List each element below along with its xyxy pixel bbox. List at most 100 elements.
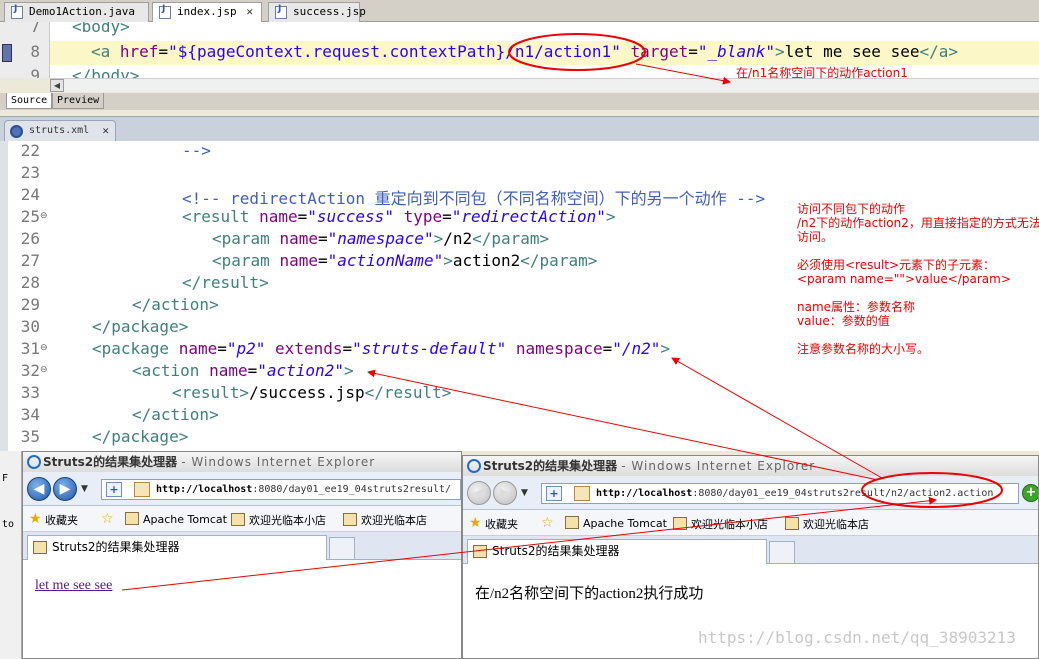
note-line: name属性：参数名称 [797, 300, 916, 314]
browser-tab[interactable]: Struts2的结果集处理器 [467, 539, 767, 564]
favorites-bar: ★ 收藏夹 ☆ Apache Tomcat 欢迎光临本小店 欢迎光临本店 [463, 510, 1038, 536]
window-title: Struts2的结果集处理器 - Windows Internet Explor… [23, 452, 461, 472]
browser-tab-bar: Struts2的结果集处理器 [463, 536, 1038, 564]
fav-item[interactable]: Apache Tomcat [125, 512, 227, 526]
fav-item[interactable]: Apache Tomcat [565, 516, 667, 530]
line-number: 28 [20, 273, 40, 292]
code-line: </package> [92, 427, 189, 446]
tab-label: success.jsp [293, 5, 366, 18]
address-bar[interactable]: + http://localhost:8080/day01_ee19_04stru… [101, 479, 461, 500]
tab-demo1action-java[interactable]: Demo1Action.java [4, 2, 149, 22]
close-icon[interactable]: ✕ [246, 3, 253, 21]
go-button[interactable]: + [1022, 484, 1038, 502]
line-number: 34 [20, 405, 40, 424]
code-line: </action> [132, 405, 219, 424]
xml-code-editor[interactable]: 22 23 24 25 ⊖ 26 27 28 29 30 31 ⊖ 32 ⊖ 3… [0, 141, 1039, 451]
code-line-comment: <!-- redirectAction 重定向到不同包（不同名称空间）下的另一个… [182, 189, 766, 208]
favorites-button[interactable]: 收藏夹 [45, 512, 78, 528]
code-line: <result name="success" type="redirectAct… [182, 207, 616, 226]
tab-label: struts.xml [29, 125, 90, 136]
note-line: 访问。 [797, 230, 834, 244]
gear-icon [10, 125, 23, 138]
navigation-bar: ◀ ▶ ▼ + http://localhost:8080/day01_ee19_… [23, 472, 461, 506]
line-number: 22 [20, 141, 40, 160]
strip-label: F [2, 473, 9, 484]
fav-item[interactable]: 欢迎光临本小店 [231, 512, 326, 528]
tab-source[interactable]: Source [6, 93, 53, 109]
favicon-icon [33, 541, 47, 554]
left-panel-strip: F to [0, 451, 22, 659]
new-tab-button[interactable] [329, 537, 355, 560]
browser-tab[interactable]: Struts2的结果集处理器 [27, 535, 327, 560]
ie-window-left: Struts2的结果集处理器 - Windows Internet Explor… [22, 451, 462, 659]
tab-success-jsp[interactable]: success.jsp [268, 2, 366, 22]
fold-icon[interactable]: ⊖ [40, 343, 48, 353]
note-line: <param name="">value</param> [797, 272, 1011, 286]
favorites-button[interactable]: 收藏夹 [485, 516, 518, 532]
line-number: 9 [30, 66, 40, 78]
code-line: <package name="p2" extends="struts-defau… [92, 339, 671, 358]
tab-preview[interactable]: Preview [52, 93, 105, 109]
line-number: 33 [20, 383, 40, 402]
java-file-icon [11, 4, 23, 19]
note-line: value：参数的值 [797, 314, 890, 328]
favorites-bar: ★ 收藏夹 ☆ Apache Tomcat 欢迎光临本小店 欢迎光临本店 [23, 506, 461, 532]
annotation-n1-action1: 在/n1名称空间下的动作action1 [736, 66, 908, 80]
code-line-anchor: <a href="${pageContext.request.contextPa… [91, 42, 958, 61]
favicon-icon [673, 517, 687, 530]
fold-icon[interactable]: ⊖ [40, 365, 48, 375]
jsp-file-icon [275, 4, 287, 19]
window-title: Struts2的结果集处理器 - Windows Internet Explor… [463, 456, 1038, 476]
note-line: /n2下的动作action2，用直接指定的方式无法 [797, 216, 1039, 230]
navigation-bar: ◀ ▶ ▼ + http://localhost:8080/day01_ee19_… [463, 476, 1038, 510]
scroll-left-icon[interactable]: ◀ [50, 79, 64, 92]
back-button[interactable]: ◀ [27, 477, 51, 501]
favicon-icon [574, 486, 590, 501]
forward-button[interactable]: ▶ [493, 481, 517, 505]
add-favorite-icon[interactable]: ☆ [541, 515, 554, 531]
address-bar[interactable]: + http://localhost:8080/day01_ee19_04stru… [541, 483, 1019, 504]
close-icon[interactable]: ✕ [102, 121, 109, 141]
line-number: 26 [20, 229, 40, 248]
page-content: let me see see [23, 560, 461, 658]
source-preview-tabs: Source Preview [0, 93, 1039, 110]
let-me-see-link[interactable]: let me see see [35, 578, 112, 594]
line-number: 31 [20, 339, 40, 358]
tab-index-jsp[interactable]: index.jsp ✕ [152, 2, 262, 23]
line-number: 27 [20, 251, 40, 270]
back-button[interactable]: ◀ [467, 481, 491, 505]
code-line: </body> [72, 66, 140, 78]
note-line: 必须使用<result>元素下的子元素： [797, 258, 996, 272]
tomcat-icon [125, 512, 139, 525]
horizontal-scrollbar[interactable]: ◀ [50, 78, 1039, 92]
forward-button[interactable]: ▶ [53, 477, 77, 501]
code-line: </action> [132, 295, 219, 314]
ie-logo-icon [467, 459, 481, 473]
tab-label: index.jsp [177, 5, 237, 18]
favicon-icon [343, 513, 357, 526]
line-number: 7 [30, 22, 40, 36]
code-line: <action name="action2"> [132, 361, 354, 380]
chevron-down-icon[interactable]: ▼ [521, 488, 528, 498]
fold-icon[interactable]: ⊖ [40, 211, 48, 221]
page-icon: + [106, 482, 122, 497]
new-tab-button[interactable] [769, 541, 795, 564]
line-number: 32 [20, 361, 40, 380]
line-number: 8 [30, 42, 40, 61]
fav-item[interactable]: 欢迎光临本店 [785, 516, 869, 532]
fav-item[interactable]: 欢迎光临本小店 [673, 516, 768, 532]
ie-logo-icon [27, 455, 41, 469]
chevron-down-icon[interactable]: ▼ [81, 484, 88, 494]
code-line: </result> [182, 273, 269, 292]
add-favorite-icon[interactable]: ☆ [101, 511, 114, 527]
line-number: 29 [20, 295, 40, 314]
tomcat-icon [565, 516, 579, 529]
xml-editor-tab-bar: struts.xml ✕ [0, 116, 1039, 142]
line-number: 24 [20, 185, 40, 204]
code-line: <body> [72, 22, 130, 36]
tab-struts-xml[interactable]: struts.xml ✕ [4, 120, 116, 142]
fav-item[interactable]: 欢迎光临本店 [343, 512, 427, 528]
result-message: 在/n2名称空间下的action2执行成功 [475, 586, 704, 602]
editor-tab-bar: Demo1Action.java index.jsp ✕ success.jsp [0, 0, 1039, 23]
star-icon: ★ [29, 511, 42, 527]
